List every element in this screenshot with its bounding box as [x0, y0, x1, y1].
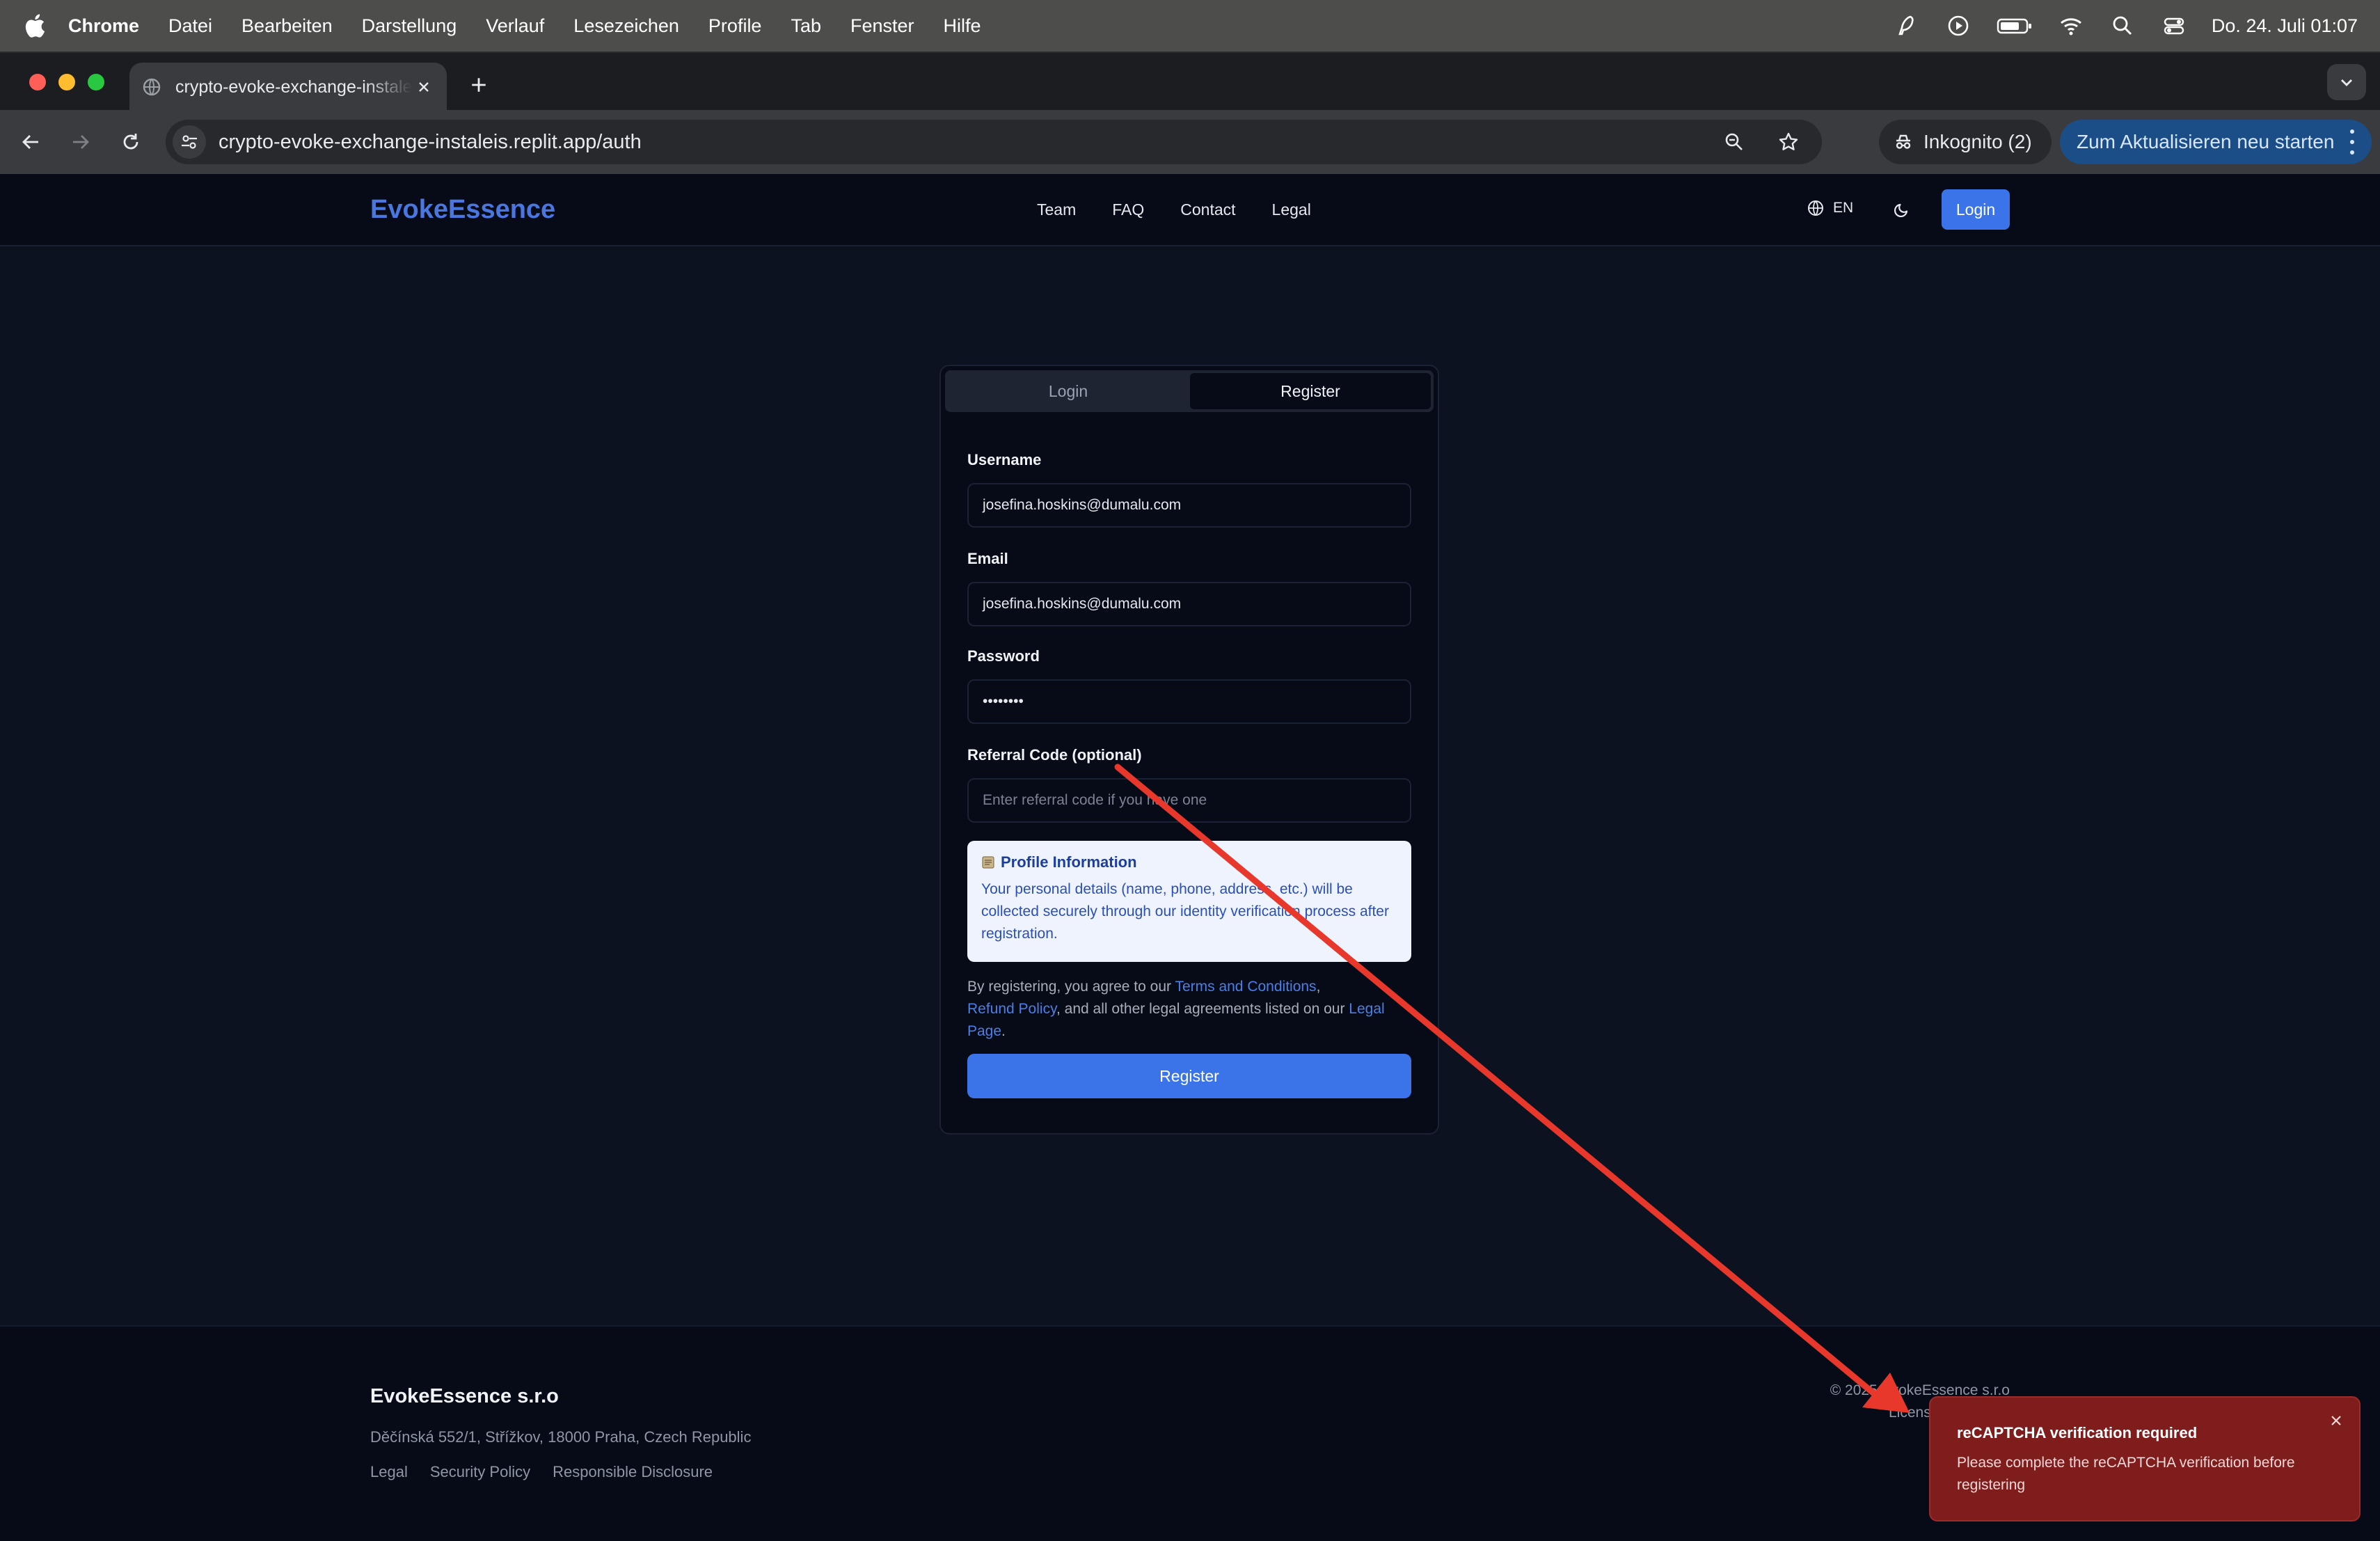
terms-link[interactable]: Terms and Conditions: [1175, 979, 1316, 995]
url-text[interactable]: crypto-evoke-exchange-instaleis.replit.a…: [219, 131, 642, 154]
browser-tab-strip: crypto-evoke-exchange-instaleis.replit.a…: [0, 52, 2380, 111]
incognito-icon: [1896, 134, 1911, 149]
incognito-label: Inkognito (2): [1923, 131, 2032, 152]
tab-register[interactable]: Register: [1190, 373, 1431, 409]
header-login-button[interactable]: Login: [1942, 189, 2010, 230]
moon-theme-toggle-icon[interactable]: [1890, 198, 1914, 221]
bookmark-star-icon[interactable]: [1772, 125, 1805, 159]
nav-link-faq[interactable]: FAQ: [1112, 200, 1144, 219]
email-label: Email: [967, 550, 1008, 567]
feather-app-icon[interactable]: [1893, 12, 1921, 40]
globe-icon: [1808, 200, 1823, 216]
email-input[interactable]: josefina.hoskins@dumalu.com: [967, 582, 1411, 626]
close-tab-icon[interactable]: [413, 77, 434, 97]
referral-input[interactable]: Enter referral code if you have one: [967, 778, 1411, 823]
reload-icon[interactable]: [114, 125, 148, 159]
browser-tab-active[interactable]: crypto-evoke-exchange-instaleis.replit.a…: [129, 63, 447, 111]
site-settings-icon[interactable]: [173, 125, 206, 159]
menu-item-verlauf[interactable]: Verlauf: [486, 15, 544, 37]
address-bar[interactable]: crypto-evoke-exchange-instaleis.replit.a…: [166, 120, 1822, 164]
update-label: Zum Aktualisieren neu starten: [2077, 131, 2335, 152]
refund-policy-link[interactable]: Refund Policy: [967, 1001, 1056, 1017]
new-tab-plus-icon[interactable]: [465, 71, 493, 99]
web-page: EvokeEssence Team FAQ Contact Legal EN L…: [0, 174, 2380, 1541]
language-switcher[interactable]: EN: [1807, 199, 1853, 217]
nav-link-contact[interactable]: Contact: [1180, 200, 1235, 219]
referral-label: Referral Code (optional): [967, 746, 1142, 764]
play-circle-icon[interactable]: [1944, 12, 1972, 40]
footer-address: Děčínská 552/1, Střížkov, 18000 Praha, C…: [370, 1428, 752, 1446]
menu-item-darstellung[interactable]: Darstellung: [362, 15, 457, 37]
globe-favicon-icon: [143, 78, 161, 96]
update-restart-button[interactable]: Zum Aktualisieren neu starten: [2060, 120, 2372, 164]
nav-link-team[interactable]: Team: [1037, 200, 1076, 219]
menu-bar-clock[interactable]: Do. 24. Juli 01:07: [2212, 15, 2358, 37]
password-input[interactable]: ••••••••: [967, 679, 1411, 724]
battery-icon[interactable]: [1996, 12, 2033, 40]
agreement-comma: ,: [1316, 979, 1321, 995]
site-logo[interactable]: EvokeEssence: [370, 195, 555, 225]
auth-card: Login Register Username josefina.hoskins…: [939, 365, 1439, 1135]
menu-item-profile[interactable]: Profile: [708, 15, 762, 37]
tab-title: crypto-evoke-exchange-instaleis.replit.a…: [175, 77, 412, 97]
toast-title: reCAPTCHA verification required: [1957, 1424, 2198, 1441]
nav-link-legal[interactable]: Legal: [1272, 200, 1311, 219]
footer-link-legal[interactable]: Legal: [370, 1463, 408, 1481]
toast-message: Please complete the reCAPTCHA verificati…: [1957, 1455, 2295, 1493]
browser-toolbar: crypto-evoke-exchange-instaleis.replit.a…: [0, 110, 2380, 174]
macos-menu-bar: Chrome Datei Bearbeiten Darstellung Verl…: [0, 0, 2380, 52]
username-label: Username: [967, 451, 1042, 468]
agreement-middle: , and all other legal agreements listed …: [1056, 1001, 1349, 1017]
footer-links: Legal Security Policy Responsible Disclo…: [370, 1463, 713, 1481]
footer-link-security-policy[interactable]: Security Policy: [430, 1463, 530, 1481]
footer-link-responsible-disclosure[interactable]: Responsible Disclosure: [553, 1463, 713, 1481]
profile-info-notice: Profile Information Your personal detail…: [967, 841, 1411, 962]
footer-license-link[interactable]: Licens: [1889, 1405, 1931, 1421]
tab-login[interactable]: Login: [948, 373, 1189, 409]
wifi-icon[interactable]: [2057, 12, 2085, 40]
profile-info-title: Profile Information: [1001, 853, 1137, 871]
control-center-icon[interactable]: [2160, 12, 2188, 40]
clipboard-icon: [982, 856, 994, 869]
footer-company-name: EvokeEssence s.r.o: [370, 1385, 559, 1407]
zoom-window-button[interactable]: [88, 74, 104, 90]
auth-tabs: Login Register: [945, 370, 1434, 412]
agreement-suffix: .: [1001, 1023, 1006, 1039]
profile-info-text: Your personal details (name, phone, addr…: [981, 881, 1389, 942]
spotlight-search-icon[interactable]: [2109, 12, 2136, 40]
register-submit-button[interactable]: Register: [967, 1054, 1411, 1098]
kebab-menu-icon[interactable]: [2345, 129, 2359, 155]
incognito-profile-button[interactable]: Inkognito (2): [1879, 120, 2052, 164]
tab-search-chevron-icon[interactable]: [2327, 64, 2366, 100]
menu-item-bearbeiten[interactable]: Bearbeiten: [241, 15, 333, 37]
menu-item-lesezeichen[interactable]: Lesezeichen: [573, 15, 679, 37]
menu-app-name[interactable]: Chrome: [68, 15, 139, 37]
language-code: EN: [1833, 200, 1854, 216]
window-controls: [29, 74, 104, 90]
menu-item-hilfe[interactable]: Hilfe: [944, 15, 981, 37]
site-nav: Team FAQ Contact Legal: [1037, 200, 1311, 219]
forward-arrow-icon[interactable]: [64, 125, 97, 159]
password-label: Password: [967, 647, 1040, 665]
zoom-magnifier-icon[interactable]: [1717, 125, 1751, 159]
error-toast: reCAPTCHA verification required Please c…: [1929, 1396, 2361, 1522]
back-arrow-icon[interactable]: [14, 125, 47, 159]
menu-item-datei[interactable]: Datei: [168, 15, 212, 37]
agreement-prefix: By registering, you agree to our: [967, 979, 1175, 995]
menu-item-tab[interactable]: Tab: [791, 15, 821, 37]
menu-item-fenster[interactable]: Fenster: [850, 15, 914, 37]
close-window-button[interactable]: [29, 74, 46, 90]
username-input[interactable]: josefina.hoskins@dumalu.com: [967, 483, 1411, 528]
minimize-window-button[interactable]: [58, 74, 75, 90]
site-header: EvokeEssence Team FAQ Contact Legal EN L…: [0, 174, 2380, 246]
legal-agreement-text: By registering, you agree to our Terms a…: [967, 976, 1427, 1043]
close-toast-icon[interactable]: [2326, 1410, 2347, 1431]
apple-icon[interactable]: [21, 12, 49, 40]
